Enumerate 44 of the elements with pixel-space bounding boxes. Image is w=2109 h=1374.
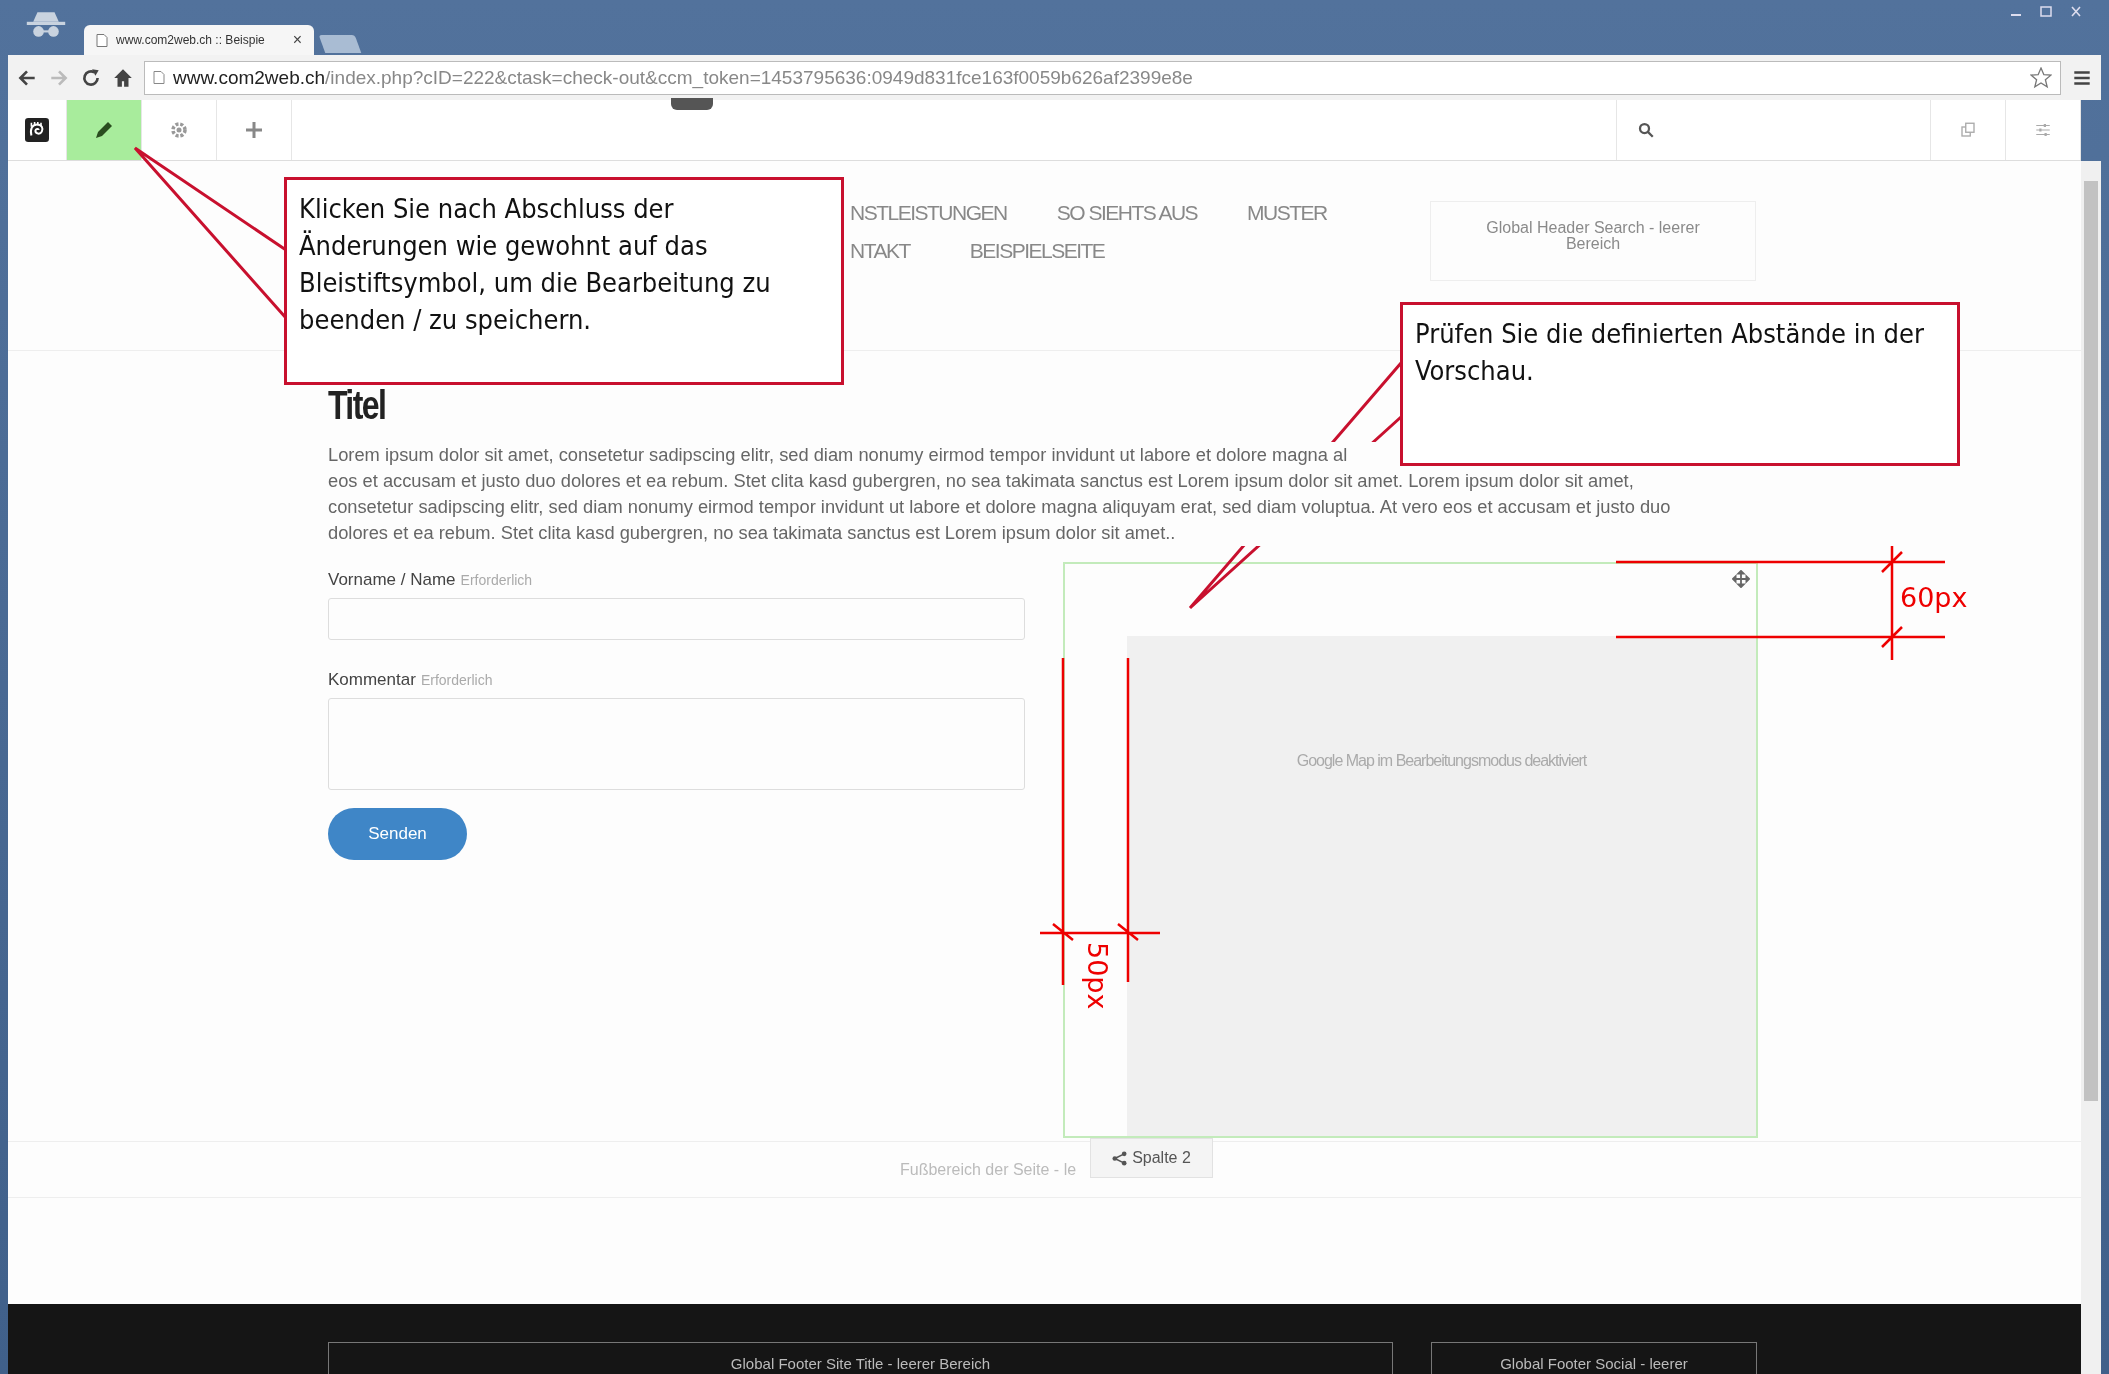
footer-area-box: Global Footer Social - leerer: [1431, 1342, 1757, 1374]
nav-link[interactable]: BEISPIELSEITE: [969, 239, 1105, 263]
field-label: Vorname / Name: [328, 570, 456, 590]
page-icon: [96, 32, 108, 48]
dimension-label: 60px: [1900, 582, 1968, 613]
dimension-label: 50px: [1082, 942, 1113, 1010]
logo-icon[interactable]: [25, 118, 49, 142]
input-field[interactable]: [328, 598, 1025, 640]
copy-icon[interactable]: [1959, 121, 1977, 139]
sliders-icon[interactable]: [2034, 121, 2052, 139]
header-search-area: Global Header Search - leerer Bereich: [1430, 201, 1756, 281]
required-hint: Erforderlich: [420, 672, 493, 688]
page-title: Titel: [328, 383, 387, 428]
map-message: Google Map im Bearbeitungsmodus deaktiviert: [1296, 752, 1587, 771]
url-text: www.com2web.ch/index.php?cID=222&ctask=check-out&ccm_token=1453795636:0949d831fce163f0059b626af2399e8e: [173, 66, 1194, 89]
move-icon[interactable]: [1732, 570, 1750, 588]
new-tab-button[interactable]: [318, 35, 362, 53]
search-field[interactable]: [1616, 100, 1931, 160]
footer-area-text: Fußbereich der Seite - le: [900, 1160, 1077, 1179]
scrollbar[interactable]: [2081, 161, 2101, 1374]
tab-title: www.com2web.ch :: Beispie: [116, 33, 266, 47]
nav-link[interactable]: NTAKT: [850, 239, 910, 263]
nav-link[interactable]: NSTLEISTUNGEN: [850, 201, 1007, 225]
share-icon: [1112, 1150, 1128, 1166]
nav-link[interactable]: MUSTER: [1247, 201, 1327, 225]
callout-text: Prüfen Sie die definierten Abstände in der Vorschau.: [1400, 302, 1960, 466]
star-icon[interactable]: [2030, 66, 2052, 89]
browser-tab[interactable]: www.com2web.ch :: Beispie ×: [84, 25, 314, 55]
scrollbar-thumb[interactable]: [2084, 181, 2098, 1101]
drag-handle[interactable]: [671, 98, 713, 110]
address-field[interactable]: www.com2web.ch/index.php?cID=222&ctask=check-out&ccm_token=1453795636:0949d831fce163f0059b626af2399e8e: [144, 60, 2061, 95]
reload-icon[interactable]: [80, 66, 102, 89]
nav-link[interactable]: SO SIEHTS AUS: [1056, 201, 1198, 225]
send-button[interactable]: Senden: [328, 808, 467, 860]
search-icon: [1637, 121, 1655, 139]
toolbar-button[interactable]: [67, 100, 142, 160]
required-hint: Erforderlich: [460, 572, 533, 588]
comment-field[interactable]: [328, 698, 1025, 790]
page-icon: [153, 70, 165, 85]
close-tab-button[interactable]: ×: [292, 31, 302, 49]
callout-text: Klicken Sie nach Abschluss der Änderungen wie gewohnt auf das Bleistiftsymbol, um die Bearbeitung zu beenden / zu speichern.: [284, 177, 844, 385]
footer-area-box: Global Footer Site Title - leerer Bereich: [328, 1342, 1393, 1374]
column-tab[interactable]: Spalte 2: [1090, 1138, 1213, 1178]
field-label: Kommentar: [328, 670, 416, 690]
